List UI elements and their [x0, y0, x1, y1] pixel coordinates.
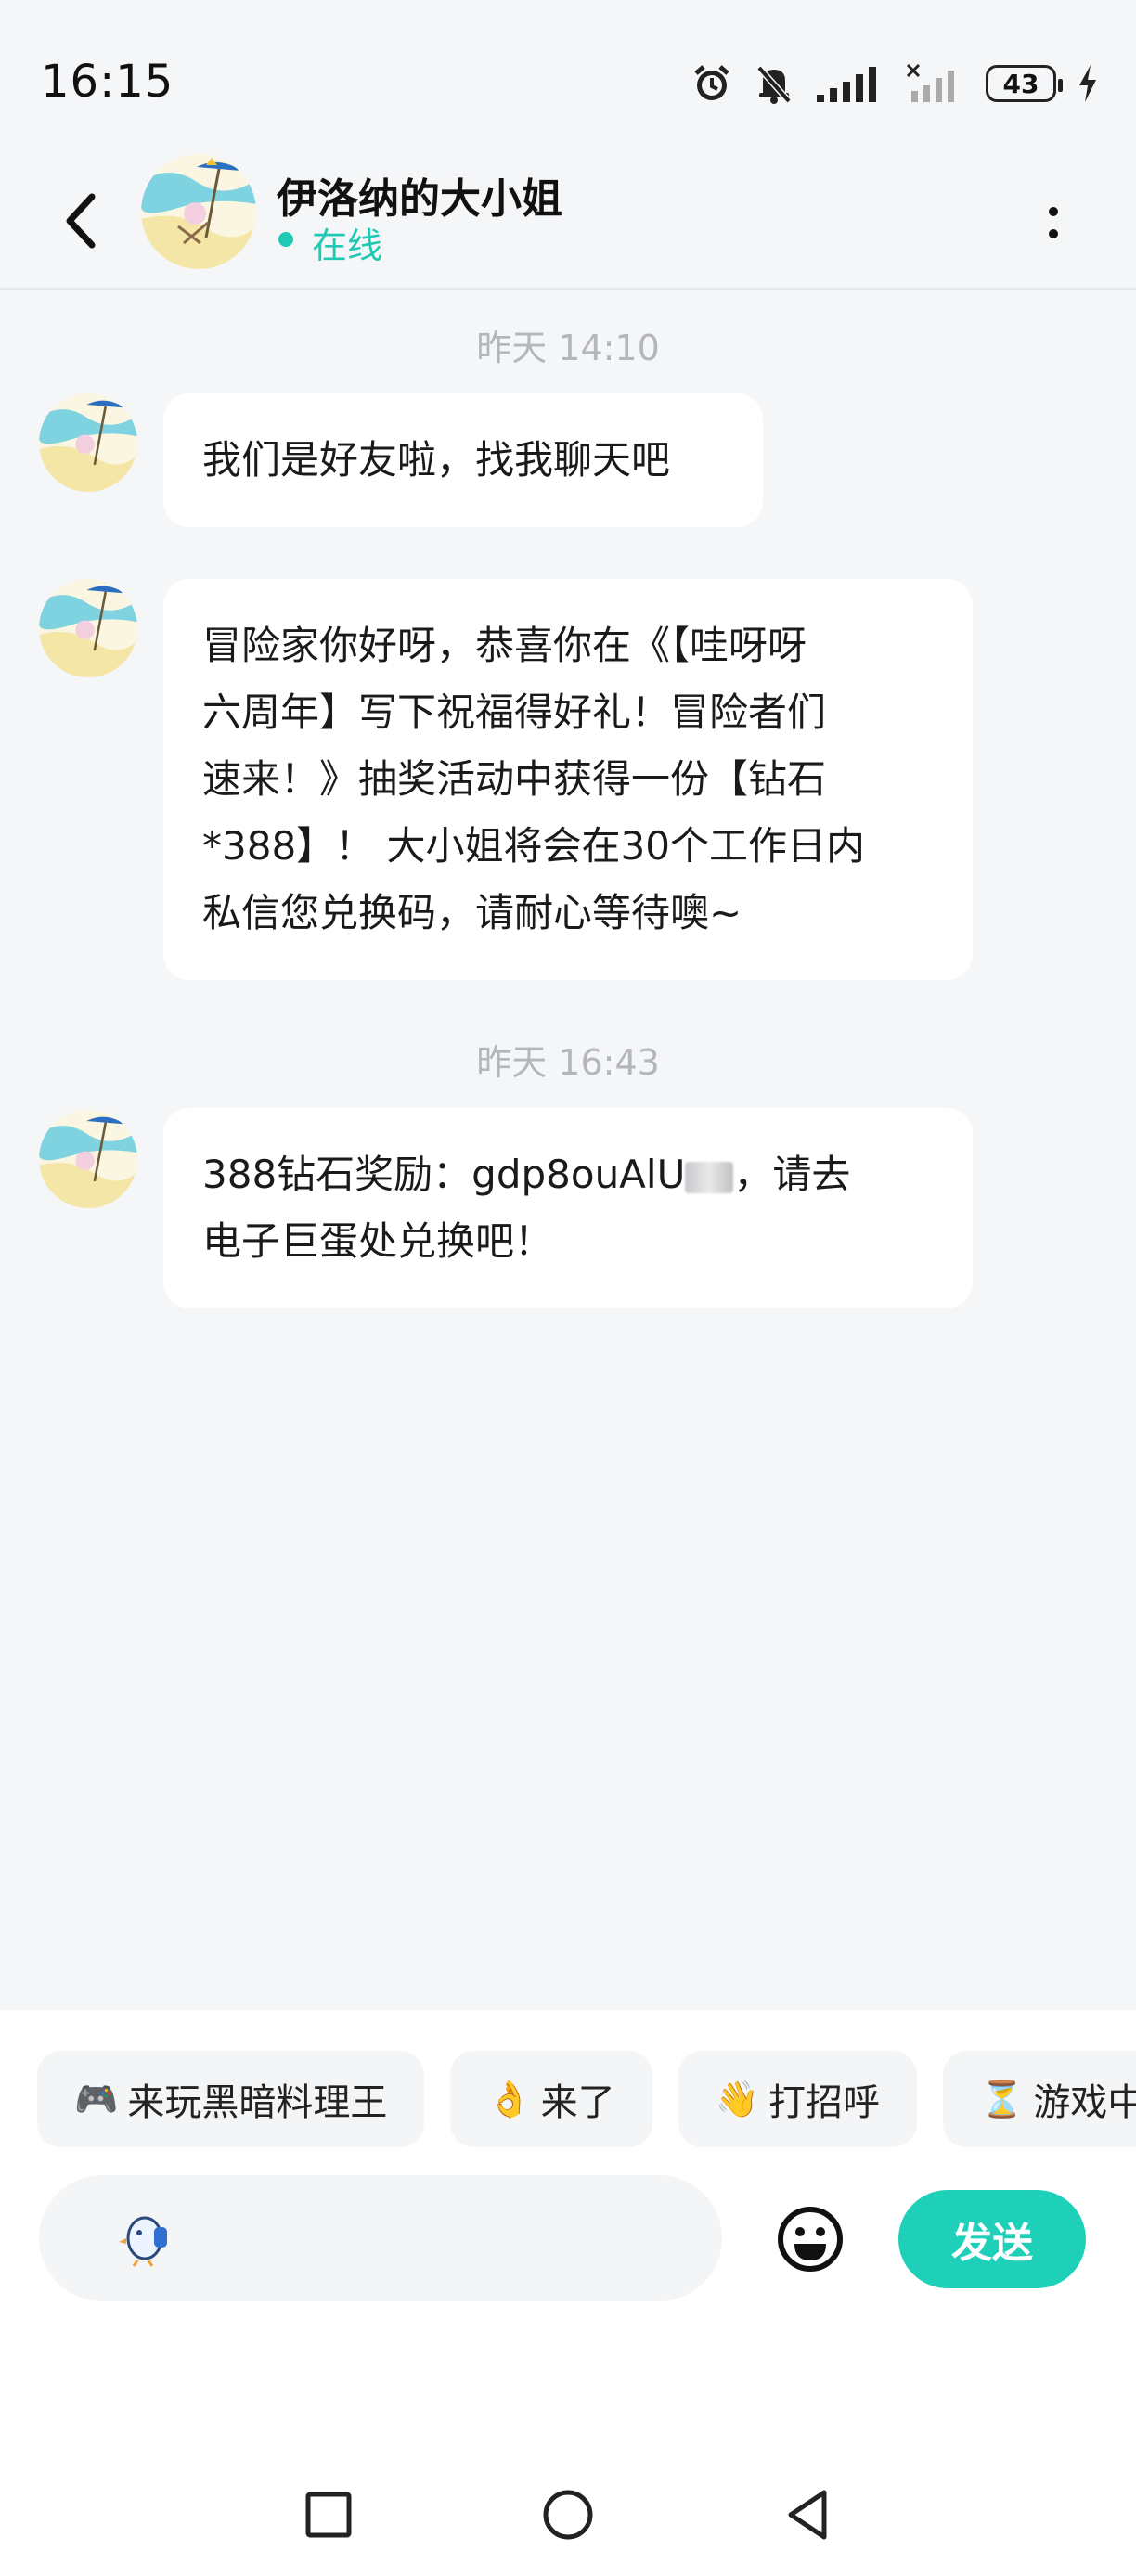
back-button[interactable]: [48, 184, 113, 258]
quick-reply-bar: 🎮 来玩黑暗料理王 👌 来了 👋 打招呼 ⏳ 游戏中: [37, 2051, 1136, 2147]
charging-icon: [1079, 65, 1096, 102]
online-status-dot: [278, 232, 293, 247]
message-text-line: 速来！》抽奖活动中获得一份【钻石: [202, 756, 827, 802]
message-avatar[interactable]: [39, 1110, 137, 1208]
waving-hand-icon: 👋: [715, 2078, 759, 2119]
message-input-box[interactable]: [39, 2175, 722, 2301]
message-text-line: 388钻石奖励：gdp8ouAlU ，请去: [202, 1141, 934, 1208]
recent-apps-icon[interactable]: [301, 2487, 356, 2543]
quick-reply-chip[interactable]: 👋 打招呼: [678, 2051, 917, 2147]
message-text: 我们是好友啦，找我聊天吧: [202, 437, 671, 483]
system-nav-bar: [0, 2450, 1136, 2576]
quick-reply-chip[interactable]: 🎮 来玩黑暗料理王: [37, 2051, 425, 2147]
more-dot: [1049, 229, 1058, 238]
contact-name: 伊洛纳的大小姐: [277, 175, 562, 223]
signal-no-service-icon: [906, 63, 954, 102]
status-time: 16:15: [41, 56, 174, 108]
message-text-fragment: ，请去: [733, 1152, 851, 1197]
more-options-button[interactable]: [1030, 186, 1077, 260]
redeem-code-text: 388钻石奖励：gdp8ouAlU: [202, 1152, 686, 1197]
quick-reply-label: 游戏中: [1033, 2081, 1136, 2124]
signal-icon: [817, 67, 876, 102]
message-text-line: 六周年】写下祝福得好礼！冒险者们: [202, 689, 827, 735]
status-icons: 43: [691, 58, 1099, 109]
message-timestamp: 昨天 14:10: [476, 328, 660, 368]
message-bubble[interactable]: 冒险家你好呀，恭喜你在《【哇呀呀 六周年】写下祝福得好礼！冒险者们 速来！》抽奖…: [163, 579, 973, 980]
redacted-blur: [685, 1161, 734, 1193]
message-text-line: 冒险家你好呀，恭喜你在《【哇呀呀: [202, 623, 807, 668]
battery-level: 43: [1002, 68, 1039, 99]
quick-reply-chip[interactable]: ⏳ 游戏中: [942, 2051, 1136, 2147]
alarm-icon: [694, 65, 729, 100]
home-icon[interactable]: [540, 2487, 596, 2543]
message-input[interactable]: [178, 2203, 702, 2275]
battery-icon: 43: [986, 65, 1063, 102]
message-text-line: *388】！ 大小姐将会在30个工作日内: [202, 823, 865, 869]
send-button[interactable]: 发送: [898, 2190, 1086, 2288]
message-bubble[interactable]: 我们是好友啦，找我聊天吧: [163, 393, 763, 527]
more-dot: [1049, 207, 1058, 216]
quick-reply-label: 来了: [540, 2081, 615, 2124]
quick-reply-label: 打招呼: [768, 2081, 880, 2124]
gamepad-icon: 🎮: [74, 2078, 119, 2119]
quick-reply-label: 来玩黑暗料理王: [127, 2081, 388, 2124]
message-avatar[interactable]: [39, 579, 137, 677]
online-status-text: 在线: [312, 225, 383, 266]
quick-reply-chip[interactable]: 👌 来了: [450, 2051, 652, 2147]
bell-muted-icon: [756, 65, 792, 104]
sticker-icon[interactable]: [117, 2207, 178, 2268]
message-bubble[interactable]: 388钻石奖励：gdp8ouAlU ，请去 电子巨蛋处兑换吧！: [163, 1108, 973, 1308]
chat-header: 伊洛纳的大小姐 在线: [0, 148, 1136, 290]
back-triangle-icon[interactable]: [781, 2487, 837, 2543]
ok-hand-icon: 👌: [487, 2078, 532, 2119]
emoji-button-icon[interactable]: [776, 2205, 845, 2273]
contact-avatar[interactable]: [141, 154, 256, 269]
message-text-line: 私信您兑换码，请耐心等待噢~: [202, 890, 742, 935]
status-bar: 16:15 43: [0, 0, 1136, 148]
hourglass-icon: ⏳: [979, 2078, 1025, 2119]
message-timestamp: 昨天 16:43: [476, 1042, 660, 1083]
message-avatar[interactable]: [39, 393, 137, 492]
chevron-left-icon: [66, 193, 96, 249]
message-text-line: 电子巨蛋处兑换吧！: [202, 1218, 554, 1264]
